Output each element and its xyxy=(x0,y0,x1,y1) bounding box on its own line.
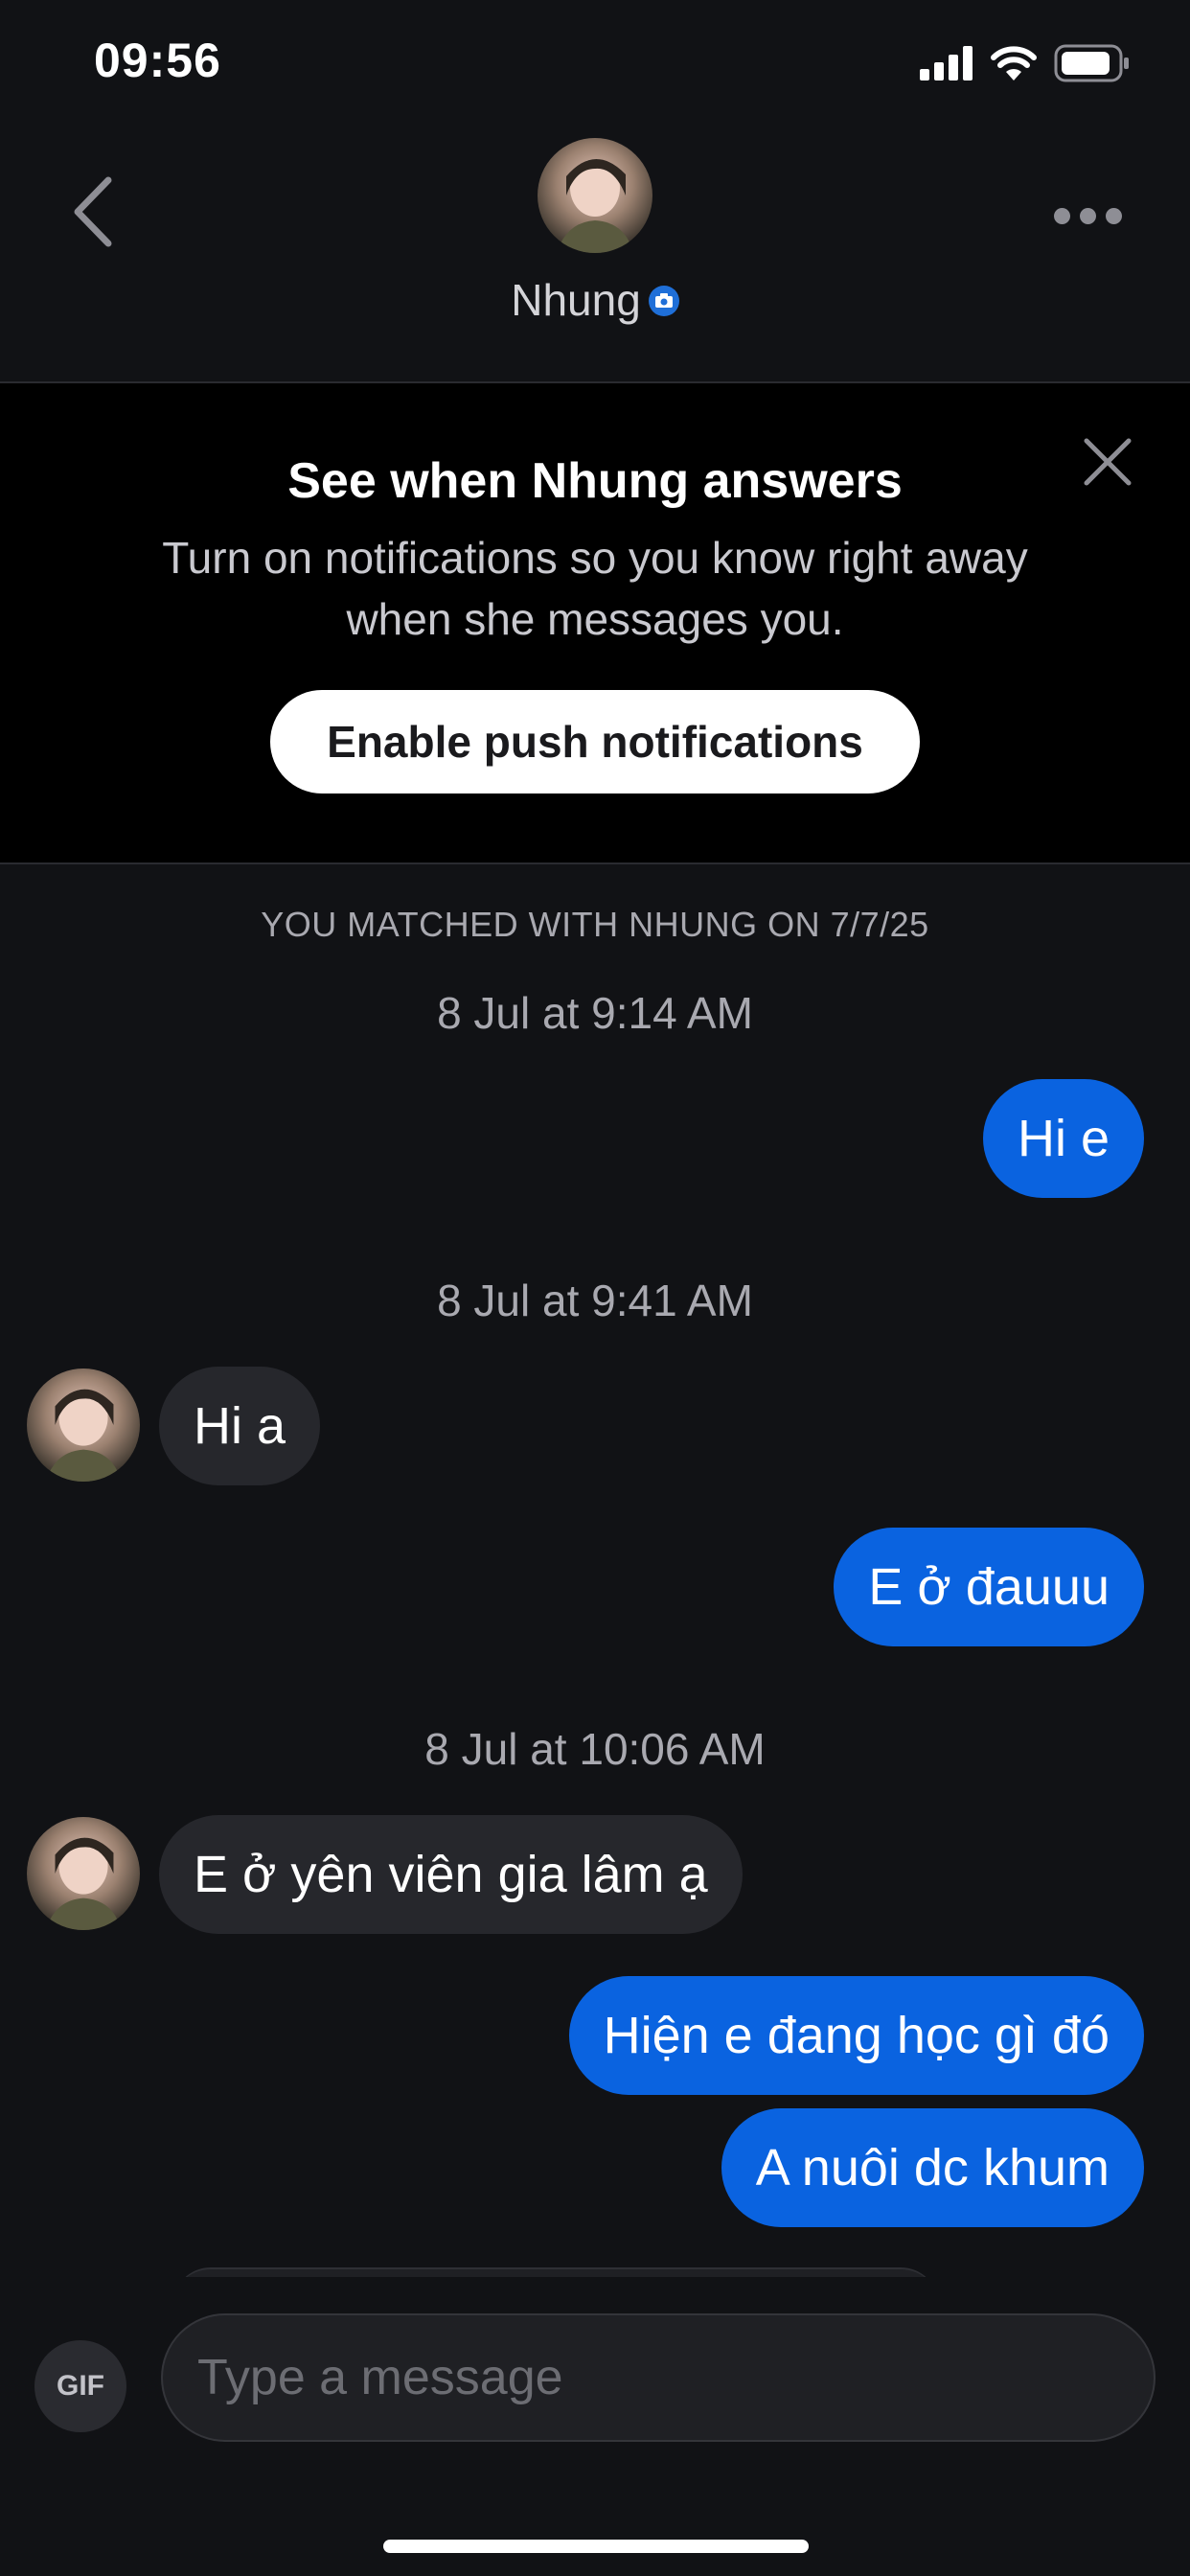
outgoing-message[interactable]: A nuôi dc khum xyxy=(721,2108,1144,2227)
home-indicator xyxy=(383,2540,809,2553)
message-input[interactable] xyxy=(161,2313,1156,2442)
outgoing-message[interactable]: Hi e xyxy=(982,1079,1144,1198)
notification-banner: See when Nhung answers Turn on notificat… xyxy=(0,383,1190,864)
banner-body: Turn on notifications so you know right … xyxy=(162,533,1028,644)
status-icons xyxy=(920,44,1131,86)
more-dot xyxy=(1079,207,1096,224)
contact-name: Nhung xyxy=(511,275,641,325)
message-timestamp: 8 Jul at 9:14 AM xyxy=(437,988,753,1038)
more-options-button[interactable] xyxy=(1035,182,1140,249)
back-button[interactable] xyxy=(59,171,126,257)
message-timestamp: 8 Jul at 10:06 AM xyxy=(424,1724,766,1774)
gif-button[interactable]: GIF xyxy=(34,2340,126,2432)
cellular-signal-icon xyxy=(920,45,973,85)
outgoing-message[interactable]: E ở đauuu xyxy=(834,1528,1144,1646)
match-label: YOU MATCHED WITH NHUNG ON 7/7/25 xyxy=(261,905,929,944)
outgoing-message[interactable]: Hiện e đang học gì đó xyxy=(568,1976,1144,2095)
camera-verified-icon xyxy=(648,286,679,316)
status-bar: 09:56 xyxy=(0,0,1190,134)
sender-avatar[interactable] xyxy=(27,1817,140,1930)
chevron-left-icon xyxy=(70,174,116,254)
chat-header: Nhung xyxy=(0,134,1190,383)
incoming-message[interactable]: Hi a xyxy=(159,1367,321,1485)
more-dot xyxy=(1105,207,1122,224)
wifi-icon xyxy=(991,45,1037,85)
message-composer: GIF xyxy=(0,2277,1190,2576)
header-name-row[interactable]: Nhung xyxy=(0,274,1190,326)
enable-push-notifications-button[interactable]: Enable push notifications xyxy=(270,690,920,794)
status-time: 09:56 xyxy=(94,34,221,87)
sender-avatar[interactable] xyxy=(27,1368,140,1482)
incoming-message[interactable]: E ở yên viên gia lâm ạ xyxy=(159,1815,743,1934)
banner-title: See when Nhung answers xyxy=(287,453,903,509)
more-dot xyxy=(1053,207,1070,224)
battery-icon xyxy=(1054,44,1131,87)
profile-avatar[interactable] xyxy=(538,138,652,253)
message-timestamp: 8 Jul at 9:41 AM xyxy=(437,1276,753,1325)
